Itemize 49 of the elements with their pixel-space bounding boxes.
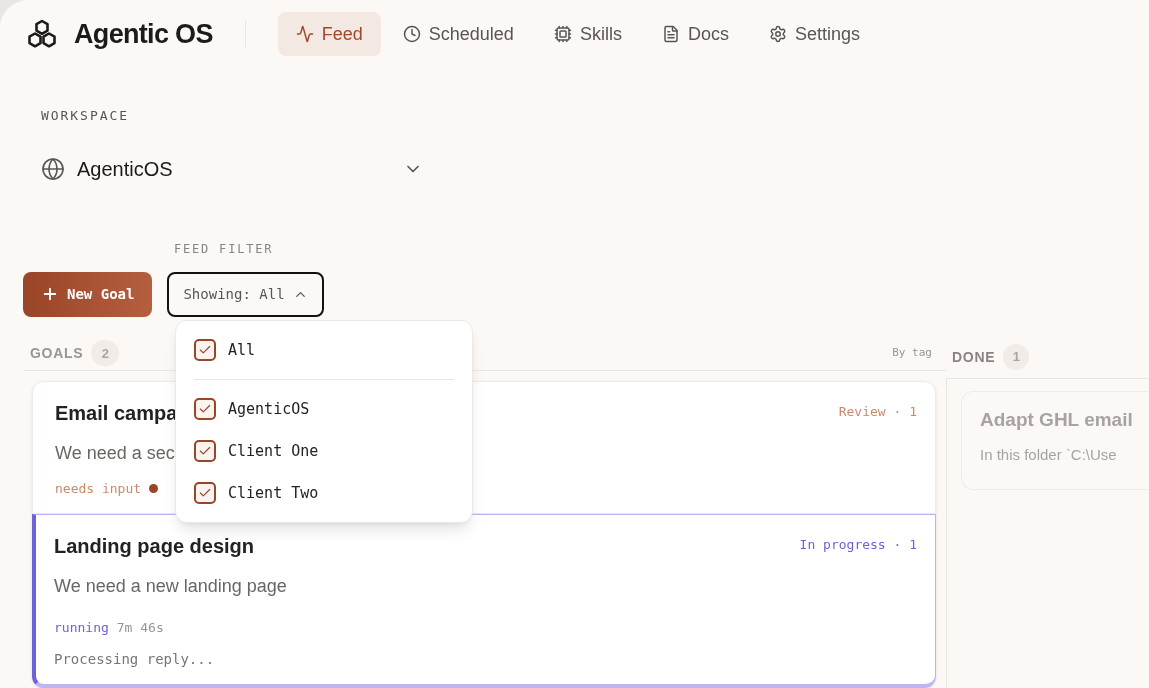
checkbox[interactable] (194, 339, 216, 361)
check-icon (198, 444, 212, 458)
settings-icon (768, 25, 787, 43)
goal-card[interactable]: Landing page design In progress · 1 We need a new landing page running 7m 46s Processing reply... (32, 513, 936, 688)
count-badge: 1 (1003, 344, 1030, 370)
workspace-select[interactable]: AgenticOS (41, 153, 423, 184)
feed-filter-dropdown[interactable]: Showing: All (167, 271, 324, 317)
plus-icon (41, 285, 59, 303)
chip-icon (553, 25, 572, 43)
check-icon (198, 486, 212, 500)
new-goal-button[interactable]: New Goal (23, 271, 153, 317)
nav-tab[interactable]: Docs (643, 12, 747, 56)
section-label: WORKSPACE (41, 107, 129, 125)
check-icon (198, 343, 212, 357)
status-tag: Review · 1 (838, 402, 917, 422)
checkbox[interactable] (194, 398, 216, 420)
nav-tab[interactable]: Skills (535, 12, 640, 56)
activity-text: Processing reply... (54, 650, 215, 669)
app-title: Agentic OS (74, 17, 213, 51)
goal-title: Email campa (55, 401, 178, 426)
status-label: running (54, 618, 109, 637)
document-icon (661, 25, 680, 43)
goal-title: Adapt GHL email (980, 407, 1133, 432)
count-badge: 2 (91, 340, 120, 367)
column-title: DONE (952, 347, 996, 367)
filter-option[interactable]: Client Two (194, 472, 454, 514)
activity-icon (295, 25, 314, 43)
column-title: GOALS (30, 343, 84, 363)
hexagons-logo-icon (26, 19, 58, 49)
goal-description: We need a new landing page (54, 574, 287, 598)
globe-icon (41, 156, 65, 181)
filter-option[interactable]: Client One (194, 430, 454, 472)
status-tag: In progress · 1 (799, 534, 917, 554)
goal-title: Landing page design (54, 533, 254, 559)
goal-description: In this folder `C:\Use (980, 445, 1117, 465)
check-icon (198, 402, 212, 416)
group-by-label: By tag (892, 345, 932, 361)
goal-description: We need a sec (55, 442, 175, 465)
checkbox[interactable] (194, 440, 216, 462)
nav-tab[interactable]: Settings (750, 12, 878, 56)
nav-tab[interactable]: Scheduled (384, 12, 532, 56)
filter-option[interactable]: AgenticOS (194, 388, 454, 430)
status-label: needs input (55, 480, 142, 498)
nav-tab[interactable]: Feed (277, 12, 381, 56)
section-label: FEED FILTER (174, 240, 274, 258)
checkbox[interactable] (194, 482, 216, 504)
clock-icon (402, 25, 421, 43)
filter-option[interactable]: All (194, 329, 454, 371)
elapsed-time: 7m 46s (116, 618, 164, 637)
